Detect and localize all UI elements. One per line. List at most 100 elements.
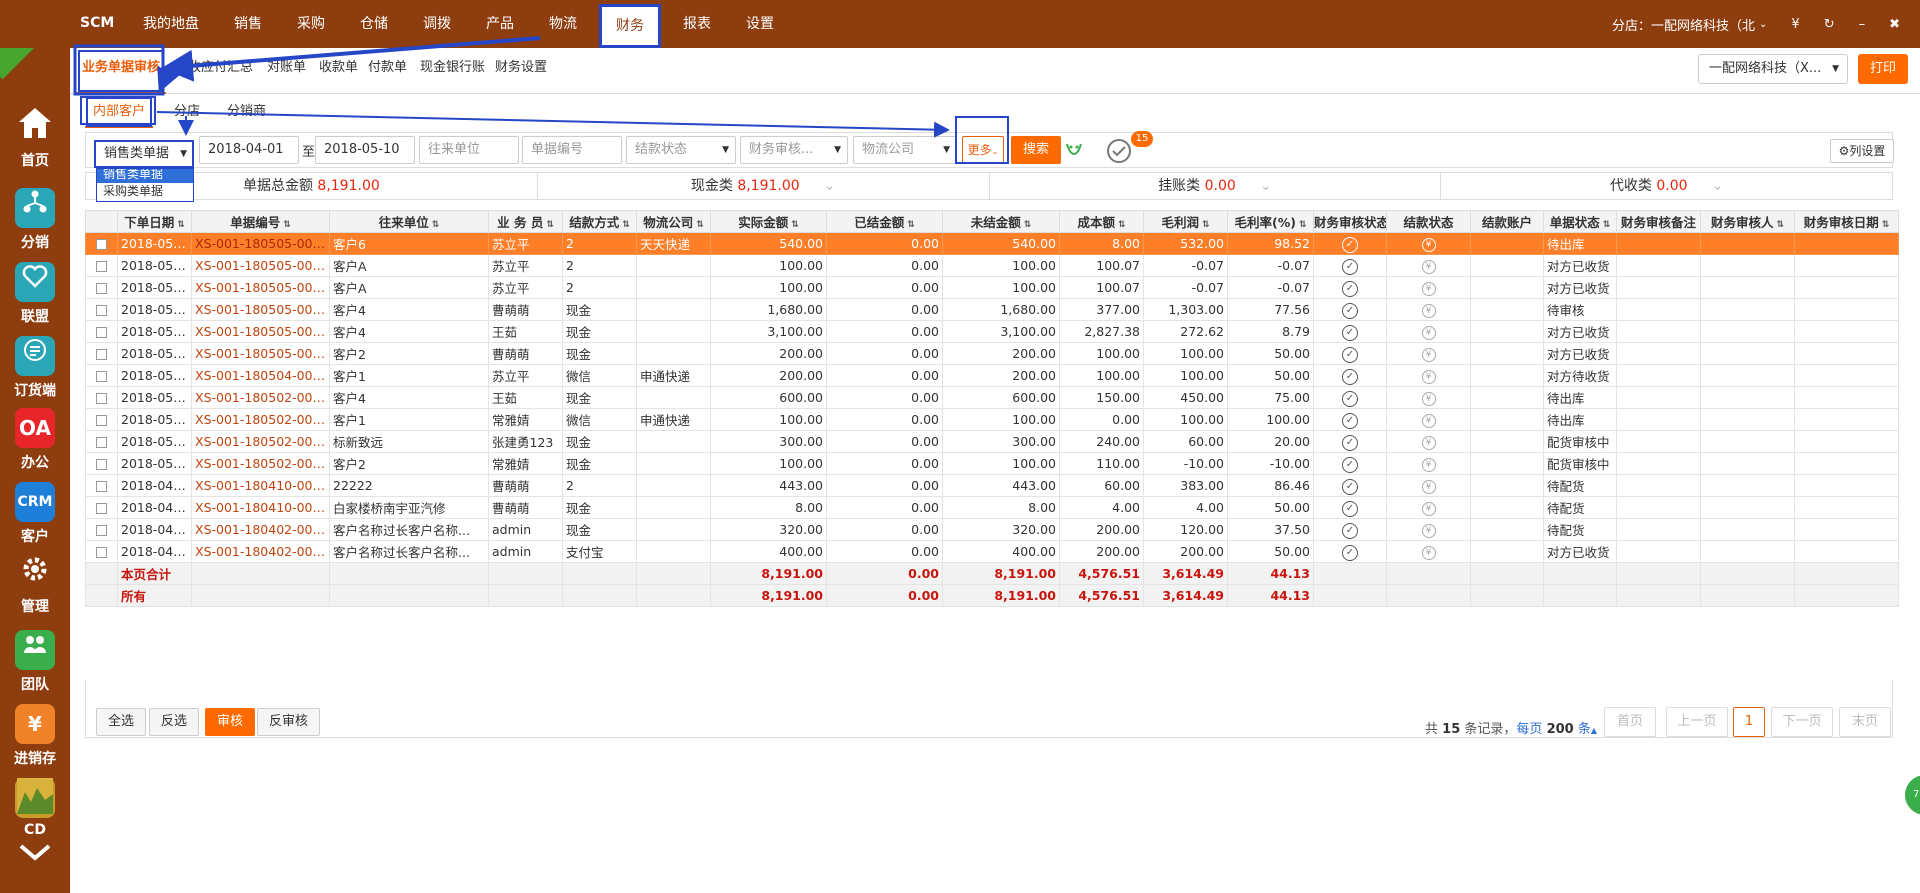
subnav-payment[interactable]: 付款单 — [368, 48, 407, 94]
subnav-finance-settings[interactable]: 财务设置 — [495, 48, 547, 94]
row-checkbox[interactable] — [96, 327, 107, 338]
cell-doc-number[interactable]: XS-001-180502-0003 — [191, 408, 330, 431]
last-page-button[interactable]: 末页 — [1839, 707, 1891, 737]
cell-doc-number[interactable]: XS-001-180502-0002 — [191, 430, 330, 453]
tab-branch[interactable]: 分店 — [174, 96, 200, 128]
invert-selection-button[interactable]: 反选 — [149, 708, 200, 736]
sort-icon[interactable]: ⇅ — [791, 220, 799, 230]
column-header[interactable]: 毛利率(%) ⇅ — [1227, 210, 1314, 233]
nav-my-space[interactable]: 我的地盘 — [130, 0, 212, 48]
sidebar-item-home[interactable]: 首页 — [0, 106, 70, 170]
currency-icon[interactable]: ¥ — [1791, 17, 1799, 32]
close-icon[interactable]: ✖ — [1889, 17, 1900, 32]
sidebar-item-cd[interactable]: CD — [0, 778, 70, 838]
table-row[interactable]: 2018-04-10 XS-001-180410-0003 22222 曹萌萌 2 443… — [85, 474, 1899, 497]
table-row[interactable]: 2018-05-02 XS-001-180502-0001 客户2 常雅婧 现金 100.… — [85, 452, 1899, 475]
nav-settings[interactable]: 设置 — [733, 0, 787, 48]
subnav-receipt[interactable]: 收款单 — [319, 48, 358, 94]
cell-doc-number[interactable]: XS-001-180402-0001 — [191, 540, 330, 563]
tab-internal-customer[interactable]: 内部客户 — [85, 96, 154, 128]
next-page-button[interactable]: 下一页 — [1771, 707, 1833, 737]
table-row[interactable]: 2018-04-02 XS-001-180402-0002 客户名称过长客户名称..… — [85, 518, 1899, 541]
date-to-input[interactable]: 2018-05-10 — [315, 136, 415, 164]
column-header[interactable]: 已结金额 ⇅ — [826, 210, 943, 233]
sort-icon[interactable]: ⇅ — [1882, 220, 1890, 230]
first-page-button[interactable]: 首页 — [1604, 707, 1656, 737]
subnav-cash-bank[interactable]: 现金银行账 — [420, 48, 485, 94]
row-checkbox[interactable] — [96, 239, 107, 250]
company-select[interactable]: 一配网络科技（X... ▼ — [1698, 54, 1848, 84]
summary-cash[interactable]: 现金类 8,191.00 ⌄ — [538, 173, 990, 199]
sort-icon[interactable]: ⇅ — [1202, 220, 1210, 230]
sidebar-more-chevron[interactable] — [0, 842, 70, 866]
column-header[interactable]: 未结金额 ⇅ — [942, 210, 1060, 233]
online-service-badge[interactable]: 71 — [1905, 775, 1920, 815]
row-checkbox[interactable] — [96, 371, 107, 382]
table-row[interactable]: 2018-05-02 XS-001-180502-0002 标新致远 张建勇123 现金… — [85, 430, 1899, 453]
sort-icon[interactable]: ⇅ — [432, 220, 440, 230]
row-checkbox[interactable] — [96, 261, 107, 272]
row-checkbox[interactable] — [96, 415, 107, 426]
cell-doc-number[interactable]: XS-001-180410-0001 — [191, 496, 330, 519]
sidebar-item-team[interactable]: 团队 — [0, 630, 70, 694]
column-settings-button[interactable]: ⚙列设置 — [1830, 139, 1894, 163]
brand-logo[interactable]: SCM — [80, 15, 114, 31]
table-row[interactable]: 2018-05-05 XS-001-180505-0004 客户4 曹萌萌 现金 1,68… — [85, 298, 1899, 321]
subnav-ar-ap-summary[interactable]: 应收应付汇总 — [175, 48, 253, 94]
row-checkbox[interactable] — [96, 349, 107, 360]
sidebar-item-oa[interactable]: OA 办公 — [0, 408, 70, 472]
column-header[interactable]: 成本额 ⇅ — [1059, 210, 1144, 233]
column-header[interactable]: 实际金额 ⇅ — [710, 210, 827, 233]
subnav-doc-audit[interactable]: 业务单据审核 — [76, 48, 167, 94]
column-header[interactable]: 财务审核日期 ⇅ — [1794, 210, 1899, 233]
settle-status-select[interactable]: 结款状态 ▼ — [626, 136, 736, 164]
nav-logistics[interactable]: 物流 — [536, 0, 590, 48]
column-header[interactable]: 单据状态 ⇅ — [1543, 210, 1617, 233]
cell-doc-number[interactable]: XS-001-180502-0004 — [191, 386, 330, 409]
row-checkbox[interactable] — [96, 459, 107, 470]
sort-icon[interactable]: ⇅ — [546, 220, 554, 230]
table-row[interactable]: 2018-05-02 XS-001-180502-0004 客户4 王茹 现金 600.0… — [85, 386, 1899, 409]
column-header[interactable]: 业 务 员 ⇅ — [488, 210, 563, 233]
table-row[interactable]: 2018-04-02 XS-001-180402-0001 客户名称过长客户名称..… — [85, 540, 1899, 563]
column-header[interactable]: 单据编号 ⇅ — [191, 210, 330, 233]
tab-distributor[interactable]: 分销商 — [227, 96, 266, 128]
cell-doc-number[interactable]: XS-001-180505-0001 — [191, 342, 330, 365]
sort-icon[interactable]: ⇅ — [622, 220, 630, 230]
subnav-statement[interactable]: 对账单 — [267, 48, 306, 94]
audit-status-select[interactable]: 财务审核... ▼ — [740, 136, 848, 164]
column-header[interactable]: 往来单位 ⇅ — [329, 210, 489, 233]
sort-icon[interactable]: ⇅ — [1024, 220, 1032, 230]
sidebar-item-alliance[interactable]: 联盟 — [0, 262, 70, 326]
doc-type-option-purchase[interactable]: 采购类单据 — [97, 183, 193, 199]
column-header[interactable]: 结款方式 ⇅ — [562, 210, 637, 233]
refresh-icon[interactable]: ↻ — [1824, 17, 1835, 32]
sort-icon[interactable]: ⇅ — [1299, 220, 1307, 230]
table-row[interactable]: 2018-05-04 XS-001-180504-0001 客户1 苏立平 微信 申通快递… — [85, 364, 1899, 387]
row-checkbox[interactable] — [96, 503, 107, 514]
select-all-button[interactable]: 全选 — [96, 708, 147, 736]
nav-transfer[interactable]: 调拨 — [410, 0, 464, 48]
cell-doc-number[interactable]: XS-001-180505-0003 — [191, 320, 330, 343]
chevron-down-icon[interactable]: ⌄ — [1759, 19, 1767, 30]
sidebar-item-manage[interactable]: 管理 — [0, 552, 70, 616]
sort-icon[interactable]: ⇅ — [283, 220, 291, 230]
nav-finance[interactable]: 财务 — [599, 4, 661, 48]
unaudit-button[interactable]: 反审核 — [257, 708, 321, 736]
nav-sales[interactable]: 销售 — [221, 0, 275, 48]
partner-input[interactable]: 往来单位 — [419, 136, 519, 164]
row-checkbox[interactable] — [96, 481, 107, 492]
table-row[interactable]: 2018-05-05 XS-001-180505-0003 客户4 王茹 现金 3,100… — [85, 320, 1899, 343]
sort-icon[interactable]: ⇅ — [1118, 220, 1126, 230]
row-checkbox[interactable] — [96, 305, 107, 316]
row-checkbox[interactable] — [96, 547, 107, 558]
wechat-icon[interactable] — [1064, 139, 1084, 163]
table-row[interactable]: 2018-05-05 XS-001-180505-0001 客户2 曹萌萌 现金 200.… — [85, 342, 1899, 365]
row-checkbox[interactable] — [96, 437, 107, 448]
cell-doc-number[interactable]: XS-001-180505-0004 — [191, 298, 330, 321]
sort-icon[interactable]: ⇅ — [177, 220, 185, 230]
sidebar-item-distribution[interactable]: 分销 — [0, 188, 70, 252]
table-row[interactable]: 2018-05-02 XS-001-180502-0003 客户1 常雅婧 微信 申通快递… — [85, 408, 1899, 431]
nav-reports[interactable]: 报表 — [670, 0, 724, 48]
doc-type-option-sales[interactable]: 销售类单据 — [97, 169, 193, 183]
